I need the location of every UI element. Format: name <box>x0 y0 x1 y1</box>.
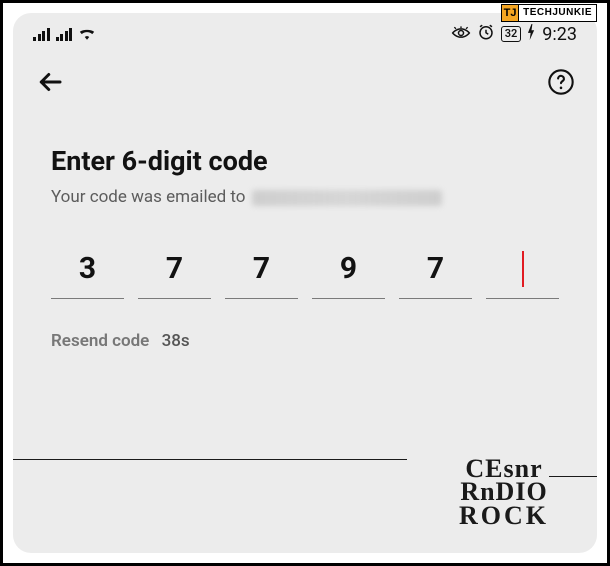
code-digit-5[interactable]: 7 <box>399 247 472 299</box>
back-button[interactable] <box>35 67 65 97</box>
help-button[interactable] <box>547 68 575 96</box>
techjunkie-icon: TJ <box>501 4 519 22</box>
techjunkie-badge: TJ TECHJUNKIE <box>501 3 597 23</box>
code-digit-2[interactable]: 7 <box>138 247 211 299</box>
watermark-line <box>13 459 407 461</box>
page-subtitle: Your code was emailed to <box>51 187 559 207</box>
resend-countdown: 38s <box>162 331 190 351</box>
page-title: Enter 6-digit code <box>51 145 559 177</box>
code-digit-4[interactable]: 9 <box>312 247 385 299</box>
signal-sim1-icon <box>33 27 50 41</box>
alarm-icon <box>477 23 495 45</box>
resend-code-button[interactable]: Resend code <box>51 331 149 351</box>
resend-row: Resend code 38s <box>51 331 559 351</box>
battery-percent: 32 <box>505 27 518 41</box>
eye-icon <box>451 25 471 44</box>
email-redacted <box>252 190 442 206</box>
code-digit-3[interactable]: 7 <box>225 247 298 299</box>
code-digit-6[interactable] <box>486 247 559 299</box>
watermark-line <box>549 476 597 478</box>
cesar-radio-rock-watermark: CEsnr RnDIO ROCK <box>459 457 549 527</box>
wifi-icon <box>78 25 96 44</box>
signal-sim2-icon <box>56 27 73 41</box>
techjunkie-text: TECHJUNKIE <box>519 4 597 22</box>
text-cursor <box>522 251 524 287</box>
subtitle-prefix: Your code was emailed to <box>51 187 246 207</box>
charging-icon <box>527 24 536 44</box>
clock-time: 9:23 <box>542 24 577 45</box>
phone-screen: 32 9:23 Enter 6-digit code Your code was… <box>13 13 597 553</box>
code-input-row[interactable]: 3 7 7 9 7 <box>51 247 559 299</box>
code-digit-1[interactable]: 3 <box>51 247 124 299</box>
battery-indicator: 32 <box>501 26 522 42</box>
